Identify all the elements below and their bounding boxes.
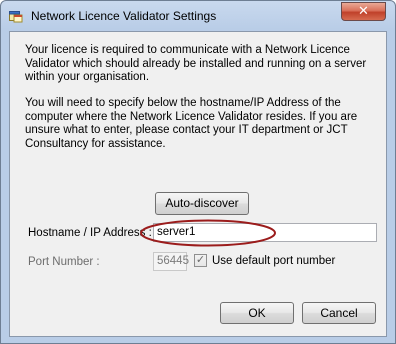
dialog-content: Your licence is required to communicate … bbox=[9, 31, 387, 337]
ok-button[interactable]: OK bbox=[220, 302, 294, 324]
app-window-icon bbox=[9, 11, 23, 23]
highlight-ellipse bbox=[140, 219, 276, 247]
port-number-input[interactable]: 56445 bbox=[153, 252, 189, 271]
intro-paragraph-2: You will need to specify below the hostn… bbox=[25, 97, 358, 150]
port-number-label: Port Number : bbox=[28, 256, 100, 268]
window-title: Network Licence Validator Settings bbox=[31, 9, 217, 23]
dialog-window: Network Licence Validator Settings ✕ You… bbox=[0, 0, 396, 344]
cancel-button[interactable]: Cancel bbox=[302, 302, 376, 324]
auto-discover-button[interactable]: Auto-discover bbox=[155, 192, 249, 215]
title-bar[interactable]: Network Licence Validator Settings ✕ bbox=[1, 1, 395, 31]
hostname-label: Hostname / IP Address : bbox=[28, 227, 152, 239]
use-default-port-checkbox[interactable]: ✓ bbox=[194, 253, 207, 267]
use-default-port-label[interactable]: Use default port number bbox=[212, 255, 335, 267]
intro-paragraph-1: Your licence is required to communicate … bbox=[25, 44, 367, 83]
close-icon: ✕ bbox=[358, 4, 369, 19]
close-button[interactable]: ✕ bbox=[341, 2, 386, 21]
checkmark-icon: ✓ bbox=[195, 253, 206, 266]
